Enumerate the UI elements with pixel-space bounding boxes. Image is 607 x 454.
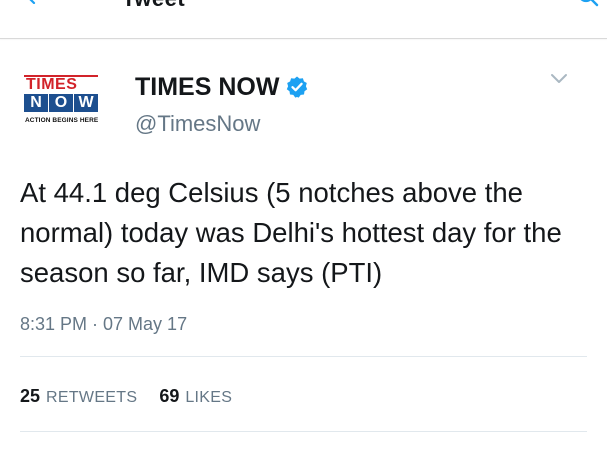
top-nav-bar: Tweet	[0, 0, 607, 39]
author-handle[interactable]: @TimesNow	[135, 110, 260, 138]
tweet-stats: 25 RETWEETS 69 LIKES	[20, 384, 254, 410]
back-arrow-icon[interactable]	[26, 0, 46, 4]
likes-count: 69	[159, 386, 180, 406]
logo-times-text: TIMES	[26, 76, 78, 93]
author-display-name[interactable]: TIMES NOW	[135, 72, 279, 102]
author-name-row: TIMES NOW	[135, 72, 309, 102]
logo-letter: N	[24, 94, 48, 112]
tweet-timestamp: 8:31 PM · 07 May 17	[20, 314, 188, 334]
retweets-label: RETWEETS	[46, 389, 138, 406]
logo-tagline: ACTION BEGINS HERE	[25, 117, 99, 124]
logo-letter: O	[49, 94, 73, 112]
nav-title: Tweet	[122, 0, 185, 12]
tweet-text: At 44.1 deg Celsius (5 notches above the…	[20, 177, 562, 288]
verified-badge-icon	[287, 76, 308, 98]
divider	[20, 356, 587, 357]
chevron-down-icon[interactable]	[550, 73, 568, 85]
likes-label: LIKES	[185, 389, 233, 406]
logo-letter: W	[74, 94, 98, 112]
retweets-count: 25	[20, 386, 41, 406]
logo-now-letters: N O W	[24, 94, 98, 112]
divider	[20, 431, 587, 432]
likes-stat[interactable]: 69 LIKES	[159, 384, 232, 410]
avatar[interactable]: TIMES N O W ACTION BEGINS HERE	[20, 73, 116, 131]
retweets-stat[interactable]: 25 RETWEETS	[20, 384, 137, 410]
search-icon[interactable]	[577, 0, 599, 8]
